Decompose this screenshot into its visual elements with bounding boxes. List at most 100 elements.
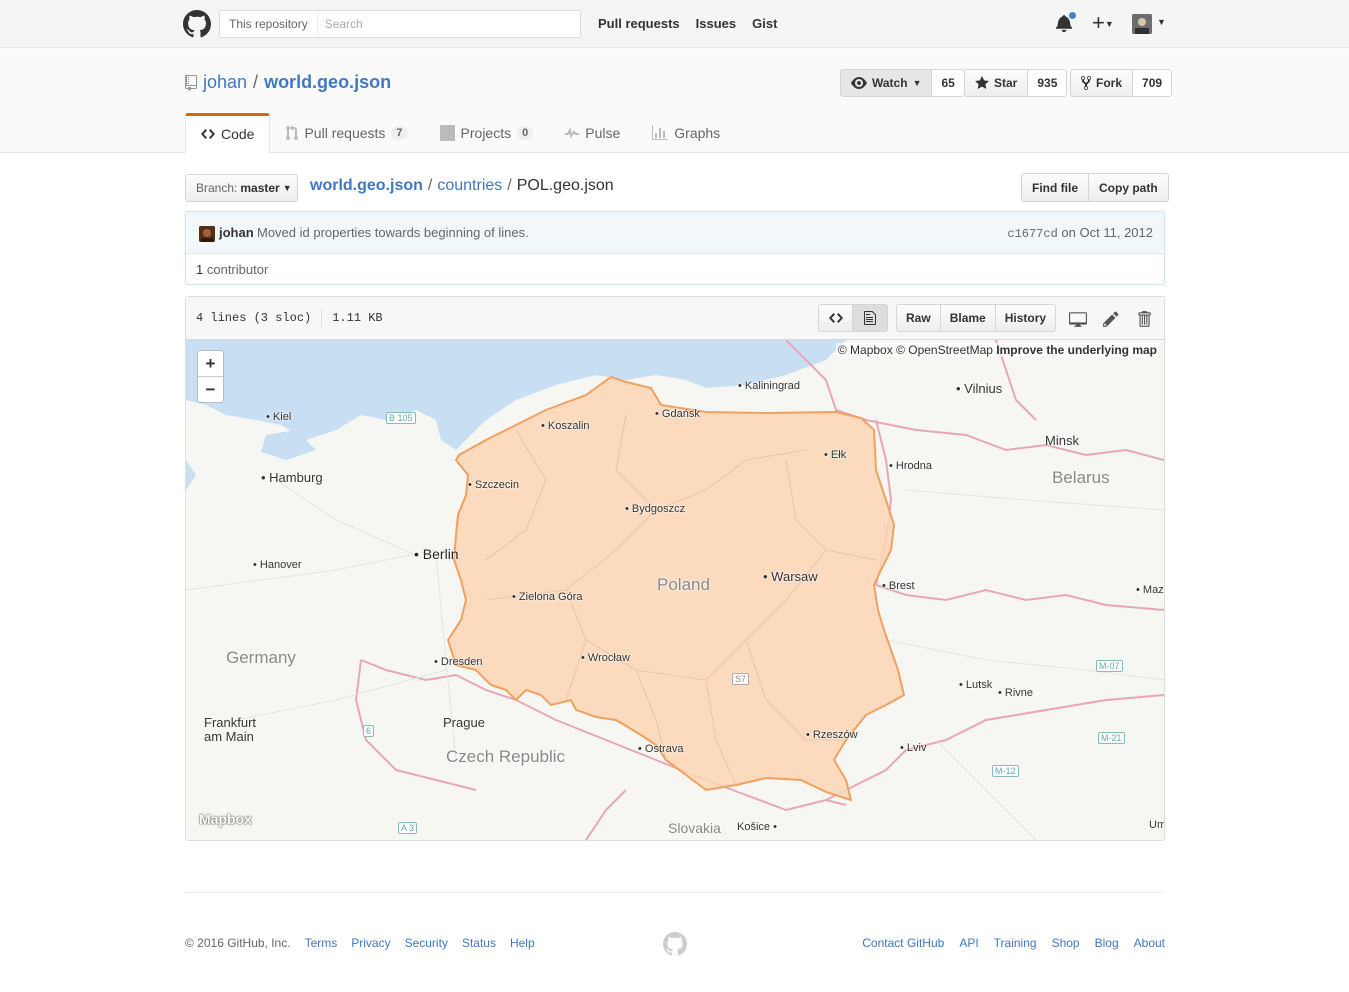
search-input[interactable]: [317, 12, 580, 36]
tab-code[interactable]: Code: [185, 113, 271, 153]
footer-link-contact[interactable]: Contact GitHub: [862, 936, 944, 950]
footer-link-help[interactable]: Help: [510, 936, 535, 950]
watchers-count[interactable]: 65: [932, 69, 965, 97]
stargazers-count[interactable]: 935: [1028, 69, 1068, 97]
commit-sha[interactable]: c1677cd: [1007, 227, 1057, 241]
contributors-count: 1: [196, 262, 204, 277]
commit-tease: johan Moved id properties towards beginn…: [185, 211, 1165, 254]
map-label-hanover: • Hanover: [253, 559, 302, 571]
geojson-map[interactable]: © Mapbox © OpenStreetMap Improve the und…: [186, 340, 1164, 840]
watch-group: Watch ▼ 65: [840, 69, 965, 97]
mapbox-logo[interactable]: Mapbox: [199, 811, 252, 827]
divider: [321, 309, 323, 327]
zoom-in-button[interactable]: +: [198, 351, 223, 377]
nav-gist[interactable]: Gist: [752, 16, 777, 31]
footer-link-api[interactable]: API: [959, 936, 978, 950]
forks-count[interactable]: 709: [1133, 69, 1173, 97]
map-label-kiel: • Kiel: [266, 411, 292, 423]
commit-message[interactable]: Moved id properties towards beginning of…: [257, 225, 529, 240]
osm-attribution-link[interactable]: © OpenStreetMap: [896, 343, 993, 357]
raw-button[interactable]: Raw: [896, 304, 941, 332]
footer-divider: [185, 892, 1165, 893]
footer-link-about[interactable]: About: [1134, 936, 1165, 950]
footer-left: © 2016 GitHub, Inc. Terms Privacy Securi…: [185, 936, 535, 950]
map-label-warsaw: • Warsaw: [763, 569, 818, 584]
file-actions: Raw Blame History: [896, 304, 1057, 332]
avatar[interactable]: [199, 226, 215, 242]
pull-requests-counter: 7: [391, 126, 408, 140]
footer-link-training[interactable]: Training: [994, 936, 1037, 950]
map-label-berlin: • Berlin: [414, 546, 459, 562]
copyright: © 2016 GitHub, Inc.: [185, 936, 291, 950]
footer-link-terms[interactable]: Terms: [305, 936, 338, 950]
repo-owner-link[interactable]: johan: [203, 72, 247, 93]
star-icon: [975, 76, 989, 89]
breadcrumb-root[interactable]: world.geo.json: [310, 177, 423, 195]
chevron-down-icon[interactable]: ▼: [1157, 17, 1166, 27]
blame-button[interactable]: Blame: [940, 304, 996, 332]
commit-date-prefix: on: [1061, 225, 1076, 240]
zoom-control: + −: [197, 350, 224, 403]
repo-name-link[interactable]: world.geo.json: [264, 72, 391, 93]
star-button[interactable]: Star: [964, 69, 1029, 97]
find-file-button[interactable]: Find file: [1021, 173, 1089, 202]
footer-link-privacy[interactable]: Privacy: [351, 936, 390, 950]
footer-link-status[interactable]: Status: [462, 936, 496, 950]
watch-button[interactable]: Watch ▼: [840, 69, 933, 97]
copy-path-button[interactable]: Copy path: [1089, 173, 1169, 202]
map-label-gdansk: • Gdańsk: [655, 408, 700, 420]
branch-select-button[interactable]: Branch: master ▼: [185, 174, 298, 202]
pencil-icon[interactable]: [1102, 310, 1120, 328]
map-label-dresden: • Dresden: [434, 656, 483, 668]
map-label-slovakia: Slovakia: [668, 820, 721, 836]
footer-link-security[interactable]: Security: [405, 936, 448, 950]
code-icon: [201, 129, 215, 139]
commit-date: Oct 11, 2012: [1079, 225, 1153, 240]
commit-author[interactable]: johan: [219, 225, 254, 240]
map-label-koszalin: • Koszalin: [541, 420, 590, 432]
footer-link-blog[interactable]: Blog: [1095, 936, 1119, 950]
improve-map-link[interactable]: Improve the underlying map: [996, 343, 1157, 357]
path-separator: /: [253, 72, 259, 92]
chevron-down-icon: ▼: [1104, 19, 1114, 30]
mapbox-attribution-link[interactable]: © Mapbox: [838, 343, 893, 357]
map-label-rivne: • Rivne: [998, 687, 1034, 699]
map-label-belarus: Belarus: [1052, 468, 1110, 487]
breadcrumb-file: POL.geo.json: [516, 177, 614, 194]
plus-icon: +: [1092, 10, 1105, 35]
fork-label: Fork: [1096, 76, 1123, 90]
contributors-bar[interactable]: 1 contributor: [185, 253, 1165, 285]
map-label-germany: Germany: [226, 648, 296, 667]
source-view-button[interactable]: [818, 304, 853, 332]
trash-icon[interactable]: [1135, 310, 1153, 328]
zoom-out-button[interactable]: −: [198, 377, 223, 403]
map-label-poland: Poland: [657, 575, 710, 594]
tab-pull-requests[interactable]: Pull requests 7: [270, 113, 423, 153]
fork-icon: [1081, 75, 1091, 91]
file-box: 4 lines (3 sloc) 1.11 KB Raw Blame Histo…: [185, 296, 1165, 841]
github-logo-icon[interactable]: [183, 10, 211, 38]
create-new-dropdown[interactable]: +▼: [1092, 11, 1114, 36]
fork-button[interactable]: Fork: [1070, 69, 1134, 97]
rendered-view-button[interactable]: [853, 304, 888, 332]
github-mark-icon[interactable]: [663, 932, 687, 956]
nav-issues[interactable]: Issues: [696, 16, 736, 31]
site-header: This repository Pull requests Issues Gis…: [0, 0, 1349, 48]
star-group: Star 935: [964, 69, 1068, 97]
tab-projects[interactable]: Projects 0: [424, 113, 550, 153]
tab-graphs-label: Graphs: [674, 125, 721, 141]
desktop-icon[interactable]: [1069, 310, 1087, 328]
commit-meta: c1677cd on Oct 11, 2012: [1007, 225, 1153, 241]
footer-right: Contact GitHub API Training Shop Blog Ab…: [862, 936, 1165, 950]
map-label-maz: • Maz: [1136, 584, 1164, 596]
footer-link-shop[interactable]: Shop: [1052, 936, 1080, 950]
notifications-bell-icon[interactable]: [1056, 11, 1077, 36]
history-button[interactable]: History: [995, 304, 1057, 332]
road-shield-a3: A 3: [398, 822, 418, 834]
breadcrumb-folder[interactable]: countries: [437, 177, 502, 195]
tab-pulse[interactable]: Pulse: [549, 113, 636, 153]
map-label-hamburg: • Hamburg: [261, 470, 323, 485]
avatar[interactable]: [1132, 14, 1152, 34]
tab-graphs[interactable]: Graphs: [636, 113, 736, 153]
nav-pull-requests[interactable]: Pull requests: [598, 16, 680, 31]
